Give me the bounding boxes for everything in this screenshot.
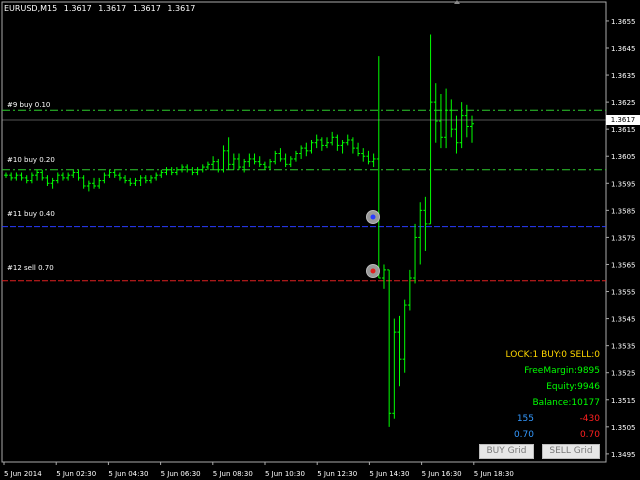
indicator-buy-points: 155 [516,414,534,424]
price-axis-label: 1.3505 [611,424,636,432]
time-axis-label: 5 Jun 18:30 [474,470,514,478]
indicator-sell-points: -430 [579,414,600,424]
price-axis-label: 1.3515 [611,397,636,405]
indicator-equity: Equity:9946 [546,382,600,392]
time-axis-label: 5 Jun 04:30 [108,470,148,478]
price-axis-label: 1.3615 [611,126,636,134]
price-axis-label: 1.3525 [611,370,636,378]
sell-order-marker-dot [370,268,376,274]
price-axis-label: 1.3495 [611,451,636,459]
order-label-12: #12 sell 0.70 [7,264,54,272]
current-price-tag: 1.3617 [606,115,640,125]
time-axis-label: 5 Jun 12:30 [317,470,357,478]
time-axis-label: 5 Jun 06:30 [161,470,201,478]
ohlc-high: 1.3617 [98,4,127,13]
buy-order-marker-dot [370,214,376,220]
order-label-9: #9 buy 0.10 [7,101,51,109]
ohlc-low: 1.3617 [132,4,161,13]
time-axis-label: 5 Jun 08:30 [213,470,253,478]
order-label-11: #11 buy 0.40 [7,210,55,218]
chart-collapse-icon[interactable] [452,0,462,6]
chart-background [0,0,640,480]
price-axis-label: 1.3535 [611,343,636,351]
ohlc-open: 1.3617 [63,4,92,13]
time-axis-label: 5 Jun 2014 [4,470,42,478]
indicator-buy-lots: 0.70 [513,430,534,440]
price-axis-label: 1.3635 [611,72,636,80]
time-axis-label: 5 Jun 16:30 [422,470,462,478]
time-axis-label: 5 Jun 02:30 [56,470,96,478]
price-axis-label: 1.3595 [611,180,636,188]
price-axis-label: 1.3625 [611,99,636,107]
price-axis-label: 1.3575 [611,234,636,242]
price-axis-label: 1.3605 [611,153,636,161]
order-label-10: #10 buy 0.20 [7,156,55,164]
indicator-free-margin: FreeMargin:9895 [524,366,600,376]
indicator-balance: Balance:10177 [532,398,600,408]
buy-grid-button[interactable]: BUY Grid [479,444,534,459]
price-axis-label: 1.3555 [611,289,636,297]
chart-title: EURUSD,M15 1.3617 1.3617 1.3617 1.3617 [4,4,199,13]
indicator-sell-lots: 0.70 [579,430,600,440]
time-axis-label: 5 Jun 14:30 [369,470,409,478]
chart-symbol: EURUSD,M15 [4,4,58,13]
price-chart[interactable]: 1.3655 1.3645 1.3635 1.3625 1.3615 1.3605 1.35… [0,0,640,480]
price-axis-label: 1.3585 [611,207,636,215]
price-axis-label: 1.3565 [611,261,636,269]
price-axis-label: 1.3645 [611,45,636,53]
ohlc-close: 1.3617 [167,4,196,13]
price-axis-label: 1.3545 [611,316,636,324]
sell-grid-button[interactable]: SELL Grid [542,444,600,459]
price-axis-label: 1.3655 [611,18,636,26]
indicator-status-line: LOCK:1 BUY:0 SELL:0 [505,350,600,360]
time-axis-label: 5 Jun 10:30 [265,470,305,478]
